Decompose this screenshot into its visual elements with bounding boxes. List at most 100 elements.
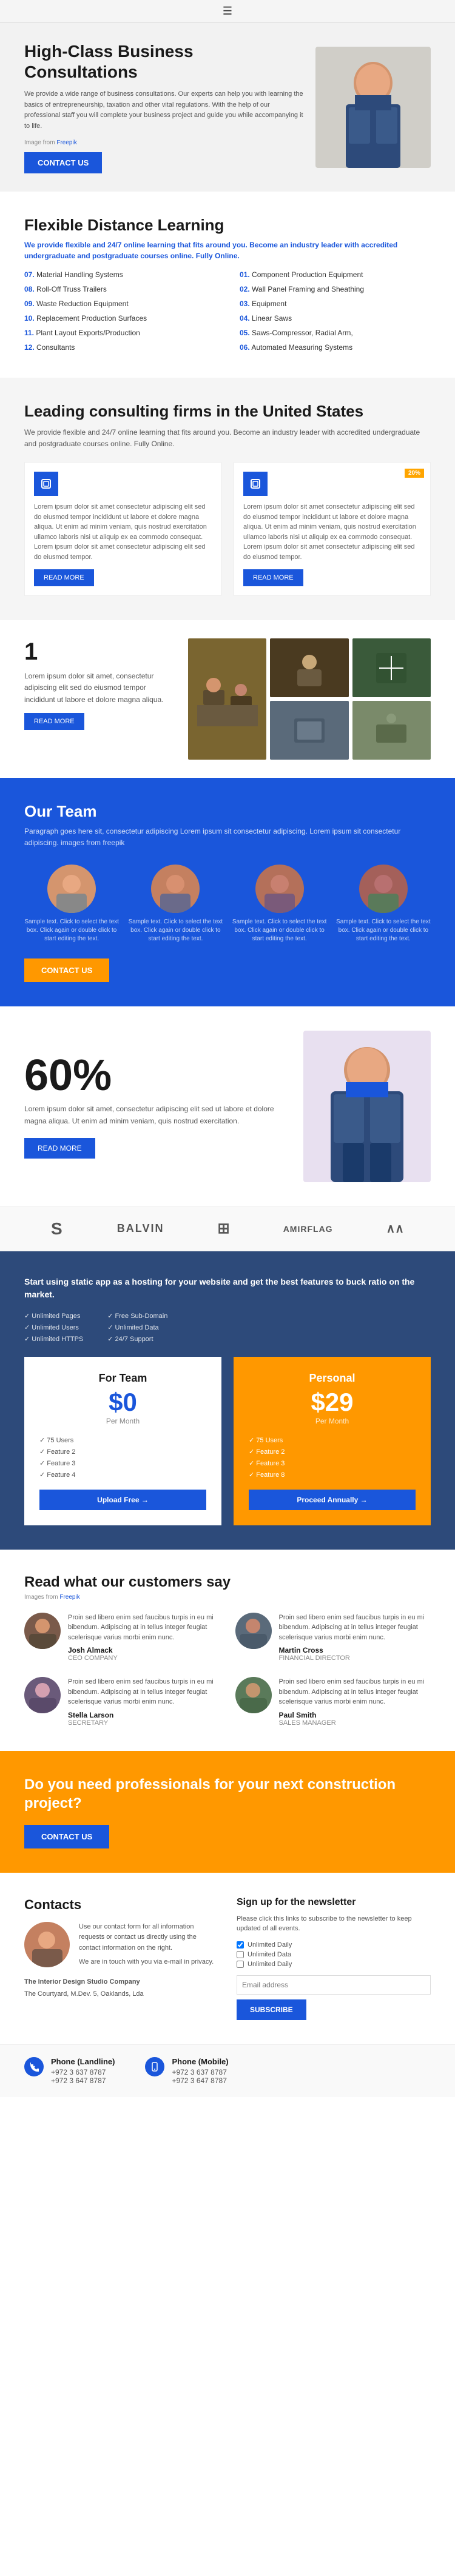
gallery-img-3 [270,701,348,760]
hero-title: High-Class Business Consultations [24,41,303,82]
newsletter-text: Please click this links to subscribe to … [237,1914,431,1934]
phone-mobile-label: Phone (Mobile) [172,2057,228,2066]
logo-3: ⊞ [218,1220,230,1237]
fld-item-5: 11. Plant Layout Exports/Production [24,327,215,339]
cta-button[interactable]: CONTACT US [24,1825,109,1848]
team-sample-4: Sample text. Click to select the text bo… [336,918,431,943]
fld-item-4: 10. Replacement Production Surfaces [24,312,215,324]
consulting-title: Leading consulting firms in the United S… [24,402,431,421]
pricing-period-2: Per Month [249,1417,416,1425]
gallery-section: 1 Lorem ipsum dolor sit amet, consectetu… [0,620,455,778]
gallery-description: Lorem ipsum dolor sit amet, consectetur … [24,671,176,706]
team-avatar-4 [359,865,408,913]
sixty-percent: 60% [24,1054,285,1097]
phone-landline: Phone (Landline) +972 3 637 8787 +972 3 … [24,2057,115,2085]
pricing-features: ✓ Unlimited Pages ✓ Unlimited Users ✓ Un… [24,1310,431,1345]
fld-item-r6: 06. Automated Measuring Systems [240,341,431,353]
testimonial-4: Proin sed libero enim sed faucibus turpi… [235,1677,431,1727]
fld-item-1: 07. Material Handling Systems [24,269,215,281]
logo-4: AMIRFLAG [283,1224,333,1234]
team-avatar-3 [255,865,304,913]
contacts-left: Contacts Use our contact form for all in… [24,1897,218,2020]
fld-section: Flexible Distance Learning We provide fl… [0,192,455,378]
pricing-feature-2-1: ✓ 75 Users [249,1434,416,1446]
pricing-card-1: For Team $0 Per Month ✓ 75 Users ✓ Featu… [24,1357,221,1525]
fld-item-3: 09. Waste Reduction Equipment [24,298,215,310]
fld-item-6: 12. Consultants [24,341,215,353]
pricing-header: Start using static app as a hosting for … [24,1276,431,1301]
gallery-grid [188,638,431,760]
team-member-1: Sample text. Click to select the text bo… [24,865,119,943]
testimonials-credit: Images from Freepik [24,1594,431,1601]
pricing-features-right: ✓ Free Sub-Domain ✓ Unlimited Data ✓ 24/… [107,1310,167,1345]
card-text-2: Lorem ipsum dolor sit amet consectetur a… [243,502,421,562]
gallery-read-more-btn[interactable]: READ MORE [24,713,84,730]
testimonial-text-2: Proin sed libero enim sed faucibus turpi… [279,1613,431,1643]
testimonial-role-3: SECRETARY [68,1719,220,1727]
hero-credit: Image from Freepik [24,139,303,146]
pricing-feature-l2: ✓ Unlimited Users [24,1322,83,1333]
gallery-number: 1 [24,638,176,666]
checkbox-3[interactable] [237,1961,244,1968]
hero-person-image [315,47,431,168]
hero-image-container [315,47,431,168]
testimonial-avatar-1 [24,1613,61,1649]
pricing-btn-1[interactable]: Upload Free → [39,1490,206,1510]
testimonial-name-4: Paul Smith [279,1711,431,1719]
testimonial-content-3: Proin sed libero enim sed faucibus turpi… [68,1677,220,1727]
sixty-section: 60% Lorem ipsum dolor sit amet, consecte… [0,1006,455,1206]
logo-1: S [51,1219,64,1239]
hamburger-menu-icon[interactable]: ☰ [223,5,232,18]
team-member-2: Sample text. Click to select the text bo… [128,865,223,943]
phone-mobile-info: Phone (Mobile) +972 3 637 8787 +972 3 64… [172,2057,228,2085]
pricing-features-left: ✓ Unlimited Pages ✓ Unlimited Users ✓ Un… [24,1310,83,1345]
newsletter-check-2: Unlimited Data [237,1951,431,1958]
newsletter-email-input[interactable] [237,1975,431,1995]
read-more-btn-1[interactable]: READ MORE [34,569,94,586]
team-avatar-1 [47,865,96,913]
consulting-card-1: Lorem ipsum dolor sit amet consectetur a… [24,462,221,596]
pricing-price-2: $29 [249,1388,416,1417]
fld-item-r1: 01. Component Production Equipment [240,269,431,281]
testimonial-avatar-4 [235,1677,272,1713]
team-title: Our Team [24,802,431,821]
pricing-btn-2[interactable]: Proceed Annually → [249,1490,416,1510]
contacts-avatar [24,1922,70,1967]
pricing-label-2: Personal [249,1372,416,1385]
gallery-img-2 [352,638,431,697]
fld-item-r2: 02. Wall Panel Framing and Sheathing [240,283,431,295]
team-cta-button[interactable]: CONTACT US [24,958,109,982]
sixty-right [303,1031,431,1182]
testimonial-role-4: SALES MANAGER [279,1719,431,1727]
phone-landline-info: Phone (Landline) +972 3 637 8787 +972 3 … [51,2057,115,2085]
team-avatar-2 [151,865,200,913]
team-sample-3: Sample text. Click to select the text bo… [232,918,327,943]
team-section: Our Team Paragraph goes here sit, consec… [0,778,455,1006]
hero-cta-button[interactable]: CONTACT US [24,152,102,173]
pricing-section: Start using static app as a hosting for … [0,1251,455,1550]
consulting-cards: Lorem ipsum dolor sit amet consectetur a… [24,462,431,596]
checkbox-1[interactable] [237,1941,244,1949]
team-cta: CONTACT US [24,958,431,982]
fld-grid: 07. Material Handling Systems 01. Compon… [24,269,431,353]
read-more-btn-2[interactable]: READ MORE [243,569,303,586]
newsletter-check-1: Unlimited Daily [237,1941,431,1949]
team-member-3: Sample text. Click to select the text bo… [232,865,327,943]
consulting-card-2: 20% Lorem ipsum dolor sit amet consectet… [234,462,431,596]
pricing-period-1: Per Month [39,1417,206,1425]
hero-section: High-Class Business Consultations We pro… [0,23,455,192]
checkbox-2[interactable] [237,1951,244,1958]
gallery-img-tall [188,638,266,760]
fld-item-2: 08. Roll-Off Truss Trailers [24,283,215,295]
subscribe-button[interactable]: SUBSCRIBE [237,1999,306,2020]
pricing-feature-1-1: ✓ 75 Users [39,1434,206,1446]
fld-title: Flexible Distance Learning [24,216,431,235]
contacts-address: The Interior Design Studio Company The C… [24,1976,218,2001]
testimonial-avatar-3 [24,1677,61,1713]
testimonial-text-4: Proin sed libero enim sed faucibus turpi… [279,1677,431,1707]
sixty-read-more-btn[interactable]: READ MORE [24,1138,95,1159]
cta-section: Do you need professionals for your next … [0,1751,455,1873]
team-member-4: Sample text. Click to select the text bo… [336,865,431,943]
testimonial-name-2: Martin Cross [279,1646,431,1654]
pricing-feature-l1: ✓ Unlimited Pages [24,1310,83,1322]
